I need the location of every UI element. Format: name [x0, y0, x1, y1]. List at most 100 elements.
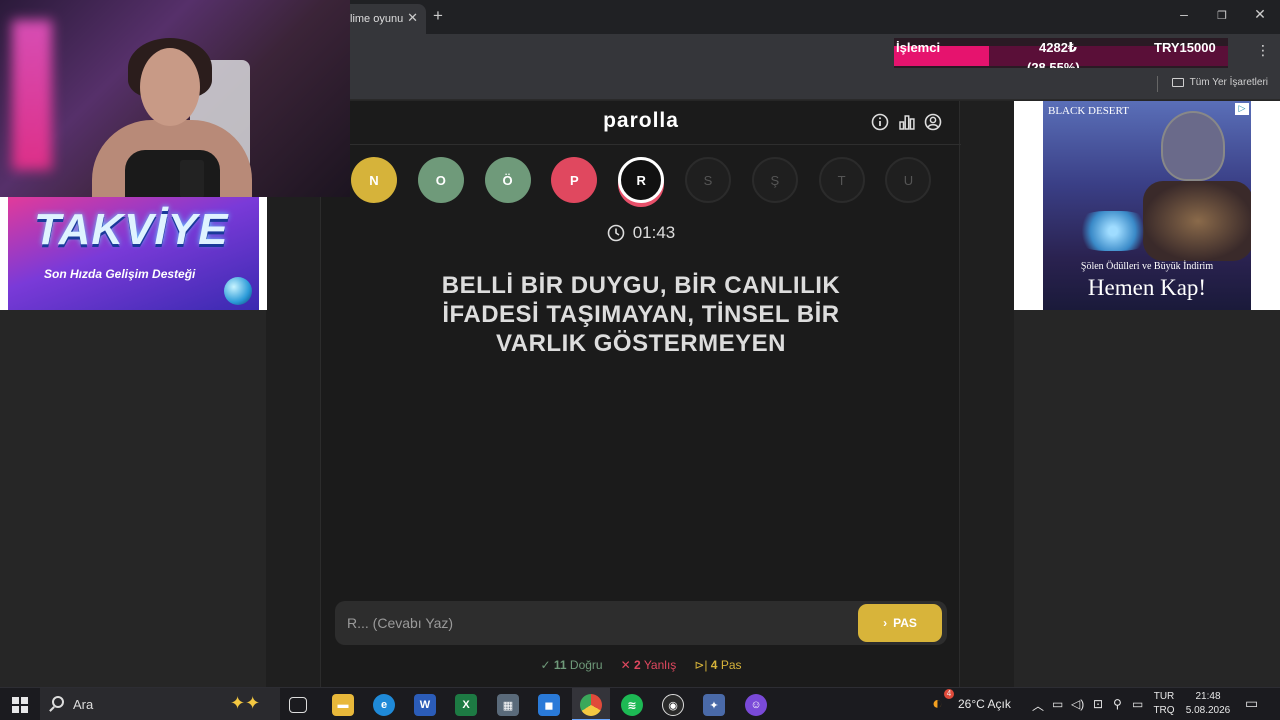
takviye-subtitle: Son Hızda Gelişim Desteği: [44, 267, 196, 281]
balloon-art: [1161, 111, 1225, 181]
tab-close-icon[interactable]: ✕: [407, 10, 418, 26]
correct-label: Doğru: [569, 658, 603, 672]
takviye-banner-art: TAKVİYE Son Hızda Gelişim Desteği: [8, 197, 259, 310]
neon-light: [12, 20, 52, 170]
check-icon: ✓: [540, 658, 551, 672]
answer-input[interactable]: [347, 609, 847, 637]
profile-icon[interactable]: [924, 113, 942, 131]
minimize-button[interactable]: –: [1174, 6, 1194, 22]
correct-stat: ✓ 11 Doğru: [540, 658, 602, 672]
search-icon: [52, 696, 64, 708]
pass-stat-label: Pas: [720, 658, 742, 672]
letter-9: U: [885, 157, 932, 203]
cpu-currency: TRY15000: [1154, 40, 1216, 55]
language-bottom: TRQ: [1153, 705, 1175, 716]
takviye-title: TAKVİYE: [34, 205, 229, 254]
webcam-overlay: [0, 0, 350, 197]
obs-icon[interactable]: ◉: [662, 694, 684, 716]
drink-can: [180, 160, 204, 197]
game-launcher-icon[interactable]: ✦: [703, 694, 725, 716]
cross-icon: ✕: [620, 658, 631, 672]
microphone-icon[interactable]: ⚲: [1113, 697, 1122, 711]
cpu-widget: İşlemci 4282₺ (28.55%) TRY15000: [894, 38, 1228, 75]
letter-3: Ö: [484, 157, 531, 203]
ad-logo: BLACK DESERT: [1048, 105, 1129, 117]
wrong-count: 2: [634, 658, 641, 672]
chrome-icon[interactable]: [580, 694, 602, 716]
bookmarks-separator: [1157, 76, 1158, 92]
letter-6: S: [685, 157, 731, 203]
takviye-banner: TAKVİYE Son Hızda Gelişim Desteği: [0, 197, 267, 310]
orb-icon: [224, 277, 252, 305]
pass-stat: ⊳| 4 Pas: [694, 658, 741, 672]
letter-2: O: [417, 157, 464, 203]
letter-wheel: NOÖPRSŞTU: [321, 157, 961, 205]
pass-button[interactable]: › PAS: [858, 604, 942, 642]
edge-icon[interactable]: e: [373, 694, 395, 716]
cpu-value: 4282₺: [1039, 40, 1077, 55]
letter-8: T: [818, 157, 865, 203]
basket-art: [1143, 181, 1251, 261]
pass-button-label: PAS: [893, 616, 917, 630]
new-tab-button[interactable]: +: [433, 6, 443, 26]
letter-5: R: [618, 157, 665, 203]
taskbar-search[interactable]: Ara ✦✦: [40, 688, 280, 720]
security-icon[interactable]: ⊡: [1093, 697, 1103, 711]
timer-value: 01:43: [632, 223, 676, 242]
wrong-stat: ✕ 2 Yanlış: [621, 658, 677, 672]
language-indicator[interactable]: TUR TRQ: [1152, 690, 1176, 718]
cpu-label: İşlemci: [896, 40, 941, 55]
ad-choices-icon[interactable]: ▷: [1235, 103, 1249, 115]
battery-icon[interactable]: ▭: [1052, 697, 1063, 711]
all-bookmarks-label: Tüm Yer İşaretleri: [1189, 77, 1268, 88]
black-desert-ad[interactable]: BLACK DESERT Şölen Ödülleri ve Büyük İnd…: [1043, 101, 1251, 310]
clock-time: 21:48: [1195, 691, 1221, 702]
network-icon[interactable]: ▭: [1132, 697, 1143, 711]
tray-chevron-icon[interactable]: ︿: [1032, 697, 1044, 714]
stats-icon[interactable]: [898, 113, 916, 131]
restore-button[interactable]: ❐: [1212, 9, 1232, 22]
discord-icon[interactable]: ☺: [745, 694, 767, 716]
letter-4: P: [551, 157, 598, 203]
weather-text[interactable]: 26°C Açık: [958, 697, 1011, 711]
spotify-icon[interactable]: ≋: [621, 694, 643, 716]
calculator-icon[interactable]: ▦: [497, 694, 519, 716]
notification-icon[interactable]: ▭: [1245, 695, 1258, 712]
question-text: BELLİ BİR DUYGU, BİR CANLILIK İFADESİ TA…: [441, 272, 841, 357]
letter-7: Ş: [751, 157, 798, 203]
pass-count: 4: [710, 658, 718, 672]
weather-badge: 4: [944, 689, 954, 699]
browser-tab[interactable]: lime oyunu ✕: [340, 4, 426, 34]
excel-icon[interactable]: X: [455, 694, 477, 716]
chevron-right-icon: ›: [883, 616, 888, 630]
volume-icon[interactable]: ◁): [1071, 697, 1084, 711]
close-window-button[interactable]: ✕: [1250, 6, 1270, 23]
letter-1: N: [351, 157, 397, 203]
tab-title: lime oyunu: [350, 13, 404, 25]
weather-icon[interactable]: ◐: [932, 693, 943, 714]
clock-date: 5.08.2026: [1185, 705, 1231, 716]
task-view-icon[interactable]: [289, 697, 307, 713]
streamer-face: [140, 48, 200, 126]
windows-start-icon[interactable]: [12, 697, 28, 713]
all-bookmarks-button[interactable]: Tüm Yer İşaretleri: [1171, 77, 1268, 88]
ad-cta: Hemen Kap!: [1087, 275, 1207, 300]
copilot-sparkle-icon[interactable]: ✦✦: [230, 693, 260, 714]
answer-box: › PAS: [335, 601, 947, 645]
timer: 01:43: [321, 223, 961, 243]
app-logo[interactable]: parolla: [321, 109, 961, 133]
streamer-top: [125, 150, 220, 197]
language-top: TUR: [1153, 691, 1175, 702]
browser-menu-icon[interactable]: ⋮: [1256, 42, 1270, 59]
orbs-art: [1073, 211, 1153, 251]
correct-count: 11: [553, 658, 567, 672]
clock-icon: [607, 224, 625, 242]
store-icon[interactable]: ◼: [538, 694, 560, 716]
file-explorer-icon[interactable]: ▬: [332, 694, 354, 716]
word-icon[interactable]: W: [414, 694, 436, 716]
score-stats: ✓ 11 Doğru ✕ 2 Yanlış ⊳| 4 Pas: [321, 658, 961, 672]
parolla-app: parolla NOÖPRSŞTU 01:43 BELLİ BİR DUYGU,…: [320, 101, 961, 687]
info-icon[interactable]: [871, 113, 889, 131]
system-clock[interactable]: 21:48 5.08.2026: [1183, 690, 1233, 718]
ad-tagline: Şölen Ödülleri ve Büyük İndirim: [1080, 261, 1214, 272]
